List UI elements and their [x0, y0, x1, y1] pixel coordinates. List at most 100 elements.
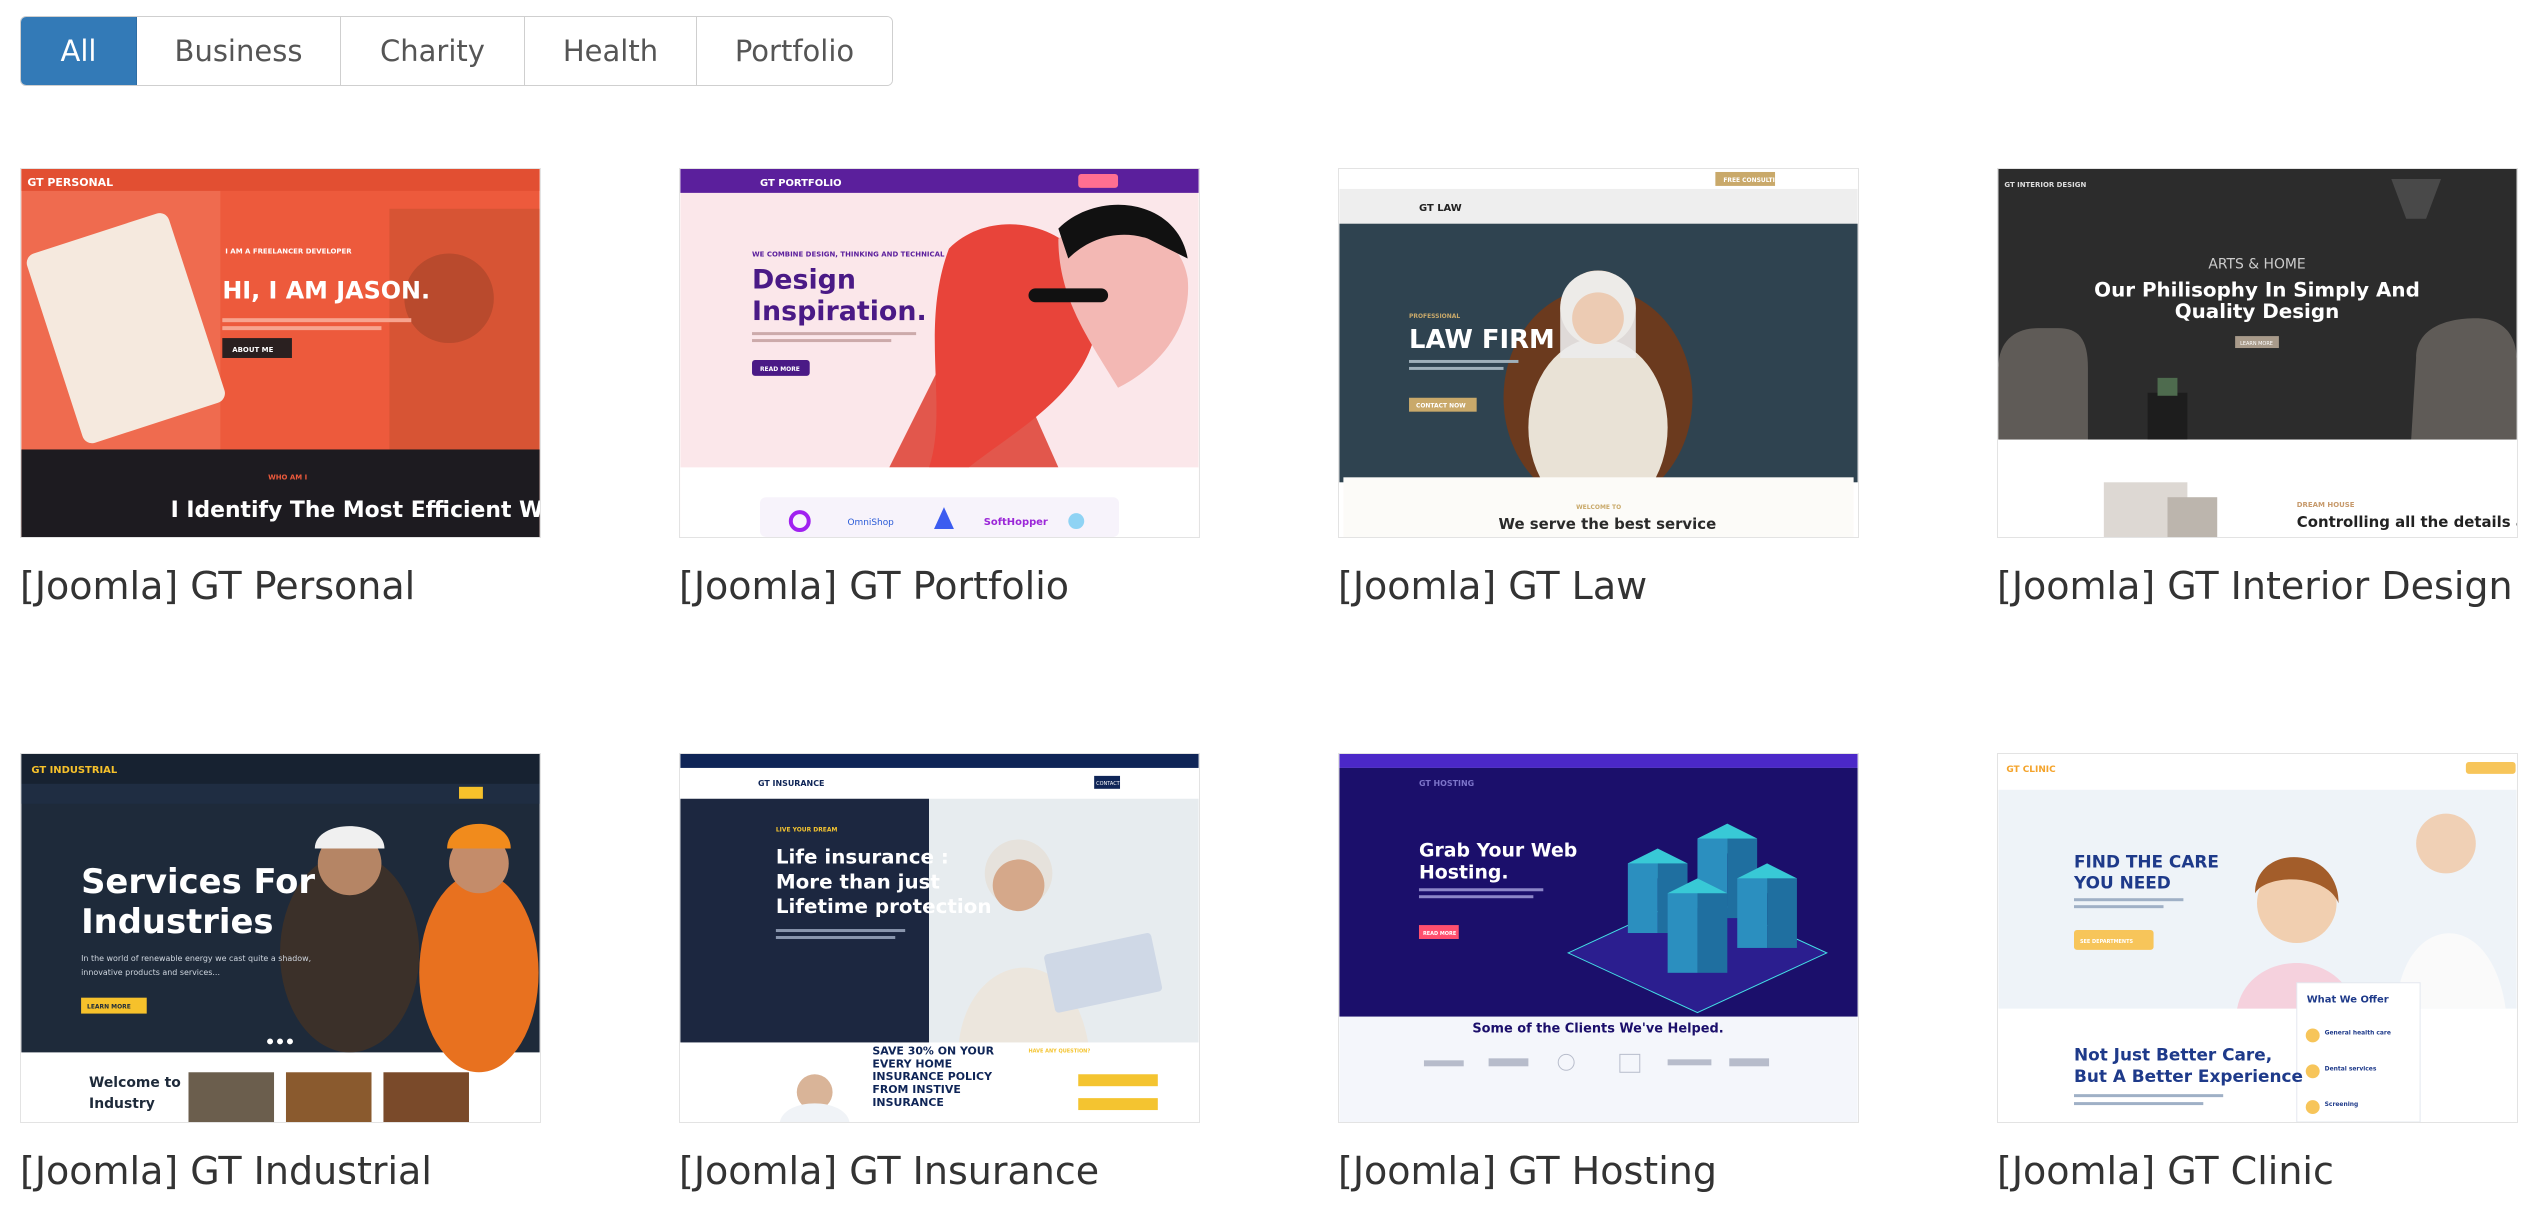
svg-text:CONTACT NOW: CONTACT NOW [1416, 403, 1466, 410]
category-filter-bar: All Business Charity Health Portfolio [20, 16, 893, 86]
svg-text:LAW FIRM: LAW FIRM [1409, 325, 1555, 355]
svg-text:FROM INSTIVE: FROM INSTIVE [872, 1083, 960, 1096]
svg-text:More than just: More than just [776, 870, 941, 893]
svg-text:Lifetime protection: Lifetime protection [776, 895, 992, 918]
svg-text:Industries: Industries [81, 902, 273, 941]
svg-text:ABOUT ME: ABOUT ME [232, 346, 273, 354]
template-card-gt-clinic[interactable]: GT CLINIC FIND THE CARE YOU NEED SEE DEP… [1997, 753, 2518, 1193]
template-card-gt-portfolio[interactable]: GT PORTFOLIO WE COMBINE DESIGN, THINKING… [679, 168, 1200, 608]
svg-text:GT HOSTING: GT HOSTING [1419, 779, 1474, 788]
svg-text:GT LAW: GT LAW [1419, 203, 1462, 214]
svg-text:SEE DEPARTMENTS: SEE DEPARTMENTS [2080, 939, 2134, 945]
svg-text:Life insurance :: Life insurance : [776, 845, 949, 868]
svg-text:Some of the Clients We've Help: Some of the Clients We've Helped. [1472, 1021, 1723, 1036]
svg-text:Hosting.: Hosting. [1419, 861, 1509, 883]
svg-text:INSURANCE: INSURANCE [872, 1096, 944, 1109]
svg-text:FREE CONSULTING: FREE CONSULTING [1723, 177, 1784, 184]
svg-text:LEARN MORE: LEARN MORE [2240, 341, 2273, 347]
preview-image-gt-personal: GT PERSONAL I AM A FREELANCER DEVELOPER … [21, 169, 540, 537]
svg-text:Our Philisophy In Simply And: Our Philisophy In Simply And [2094, 278, 2420, 301]
svg-text:INSURANCE POLICY: INSURANCE POLICY [872, 1070, 993, 1083]
svg-text:innovative products and servic: innovative products and services... [81, 968, 220, 977]
svg-text:GT CLINIC: GT CLINIC [2006, 765, 2055, 775]
template-preview-gt-hosting[interactable]: GT HOSTING Grab Your Web Hosting. READ M… [1338, 753, 1859, 1123]
svg-text:Welcome to: Welcome to [89, 1075, 181, 1091]
svg-text:LIVE YOUR DREAM: LIVE YOUR DREAM [776, 827, 838, 834]
svg-text:Services For: Services For [81, 862, 315, 901]
template-card-gt-insurance[interactable]: GT INSURANCE CONTACT LIVE YOUR DREAM Lif… [679, 753, 1200, 1193]
svg-text:I Identify The Most Efficient: I Identify The Most Efficient Ways To [171, 498, 540, 523]
svg-text:GT INTERIOR DESIGN: GT INTERIOR DESIGN [2004, 181, 2086, 189]
template-card-gt-hosting[interactable]: GT HOSTING Grab Your Web Hosting. READ M… [1338, 753, 1859, 1193]
svg-text:SoftHopper: SoftHopper [984, 517, 1048, 528]
svg-text:But A Better Experience: But A Better Experience [2074, 1066, 2303, 1086]
svg-text:GT INDUSTRIAL: GT INDUSTRIAL [31, 765, 118, 776]
svg-text:GT PORTFOLIO: GT PORTFOLIO [760, 178, 842, 189]
svg-text:GT PERSONAL: GT PERSONAL [27, 176, 113, 189]
svg-text:General health care: General health care [2325, 1029, 2391, 1036]
template-preview-gt-insurance[interactable]: GT INSURANCE CONTACT LIVE YOUR DREAM Lif… [679, 753, 1200, 1123]
svg-text:GT INSURANCE: GT INSURANCE [758, 779, 824, 788]
preview-image-gt-industrial: GT INDUSTRIAL Services For Industries In… [21, 754, 540, 1122]
template-preview-gt-interior-design[interactable]: GT INTERIOR DESIGN ARTS & HOME Our Phili… [1997, 168, 2518, 538]
filter-all-button[interactable]: All [21, 17, 137, 85]
svg-text:LEARN MORE: LEARN MORE [87, 1004, 131, 1011]
template-title[interactable]: [Joomla] GT Clinic [1997, 1149, 2518, 1193]
template-card-gt-personal[interactable]: GT PERSONAL I AM A FREELANCER DEVELOPER … [20, 168, 541, 608]
svg-text:WHO AM I: WHO AM I [268, 473, 307, 481]
preview-image-gt-interior-design: GT INTERIOR DESIGN ARTS & HOME Our Phili… [1998, 169, 2517, 537]
svg-text:Industry: Industry [89, 1096, 155, 1112]
template-title[interactable]: [Joomla] GT Portfolio [679, 564, 1200, 608]
preview-image-gt-insurance: GT INSURANCE CONTACT LIVE YOUR DREAM Lif… [680, 754, 1199, 1122]
filter-portfolio-button[interactable]: Portfolio [697, 17, 892, 85]
preview-image-gt-clinic: GT CLINIC FIND THE CARE YOU NEED SEE DEP… [1998, 754, 2517, 1122]
svg-text:PROFESSIONAL: PROFESSIONAL [1409, 313, 1460, 320]
svg-text:Screening: Screening [2325, 1101, 2359, 1108]
filter-business-button[interactable]: Business [137, 17, 341, 85]
template-title[interactable]: [Joomla] GT Insurance [679, 1149, 1200, 1193]
svg-text:OmniShop: OmniShop [848, 518, 895, 528]
template-title[interactable]: [Joomla] GT Hosting [1338, 1149, 1859, 1193]
svg-text:ARTS & HOME: ARTS & HOME [2208, 256, 2305, 272]
template-title[interactable]: [Joomla] GT Industrial [20, 1149, 541, 1193]
svg-text:Design: Design [752, 264, 856, 295]
svg-text:WELCOME TO: WELCOME TO [1576, 504, 1621, 511]
template-preview-gt-clinic[interactable]: GT CLINIC FIND THE CARE YOU NEED SEE DEP… [1997, 753, 2518, 1123]
filter-health-button[interactable]: Health [525, 17, 697, 85]
svg-text:Not Just Better Care,: Not Just Better Care, [2074, 1044, 2272, 1064]
svg-text:We serve the best service: We serve the best service [1499, 515, 1717, 533]
svg-text:HI, I AM JASON.: HI, I AM JASON. [222, 276, 430, 304]
template-title[interactable]: [Joomla] GT Interior Design [1997, 564, 2518, 608]
svg-text:Quality Design: Quality Design [2175, 300, 2339, 323]
template-card-gt-interior-design[interactable]: GT INTERIOR DESIGN ARTS & HOME Our Phili… [1997, 168, 2518, 608]
svg-text:YOU NEED: YOU NEED [2073, 872, 2171, 892]
template-title[interactable]: [Joomla] GT Law [1338, 564, 1859, 608]
svg-text:CONTACT: CONTACT [1096, 781, 1121, 787]
template-preview-gt-industrial[interactable]: GT INDUSTRIAL Services For Industries In… [20, 753, 541, 1123]
svg-text:DREAM HOUSE: DREAM HOUSE [2297, 501, 2355, 509]
template-title[interactable]: [Joomla] GT Personal [20, 564, 541, 608]
template-preview-gt-law[interactable]: FREE CONSULTING GT LAW PROFESSIONAL LAW … [1338, 168, 1859, 538]
svg-text:What We Offer: What We Offer [2307, 995, 2389, 1006]
svg-text:HAVE ANY QUESTION?: HAVE ANY QUESTION? [1029, 1048, 1091, 1054]
svg-text:Controlling all the details an: Controlling all the details and consulti… [2297, 513, 2517, 531]
svg-text:In the world of renewable ener: In the world of renewable energy we cast… [81, 954, 311, 963]
preview-image-gt-portfolio: GT PORTFOLIO WE COMBINE DESIGN, THINKING… [680, 169, 1199, 537]
filter-charity-button[interactable]: Charity [341, 17, 525, 85]
svg-text:WE COMBINE DESIGN, THINKING AN: WE COMBINE DESIGN, THINKING AND TECHNICA… [752, 251, 945, 259]
svg-text:READ MORE: READ MORE [760, 366, 800, 373]
template-card-gt-industrial[interactable]: GT INDUSTRIAL Services For Industries In… [20, 753, 541, 1193]
template-card-gt-law[interactable]: FREE CONSULTING GT LAW PROFESSIONAL LAW … [1338, 168, 1859, 608]
svg-text:READ MORE: READ MORE [1423, 931, 1457, 937]
svg-text:EVERY HOME: EVERY HOME [872, 1057, 952, 1070]
preview-image-gt-law: FREE CONSULTING GT LAW PROFESSIONAL LAW … [1339, 169, 1858, 537]
svg-text:I AM A FREELANCER DEVELOPER: I AM A FREELANCER DEVELOPER [225, 248, 352, 256]
svg-text:Grab Your Web: Grab Your Web [1419, 839, 1577, 861]
svg-text:SAVE 30% ON YOUR: SAVE 30% ON YOUR [872, 1044, 994, 1057]
svg-text:FIND THE CARE: FIND THE CARE [2074, 851, 2219, 871]
svg-text:Dental services: Dental services [2325, 1065, 2377, 1072]
preview-image-gt-hosting: GT HOSTING Grab Your Web Hosting. READ M… [1339, 754, 1858, 1122]
svg-text:Inspiration.: Inspiration. [752, 296, 927, 327]
template-preview-gt-portfolio[interactable]: GT PORTFOLIO WE COMBINE DESIGN, THINKING… [679, 168, 1200, 538]
template-preview-gt-personal[interactable]: GT PERSONAL I AM A FREELANCER DEVELOPER … [20, 168, 541, 538]
